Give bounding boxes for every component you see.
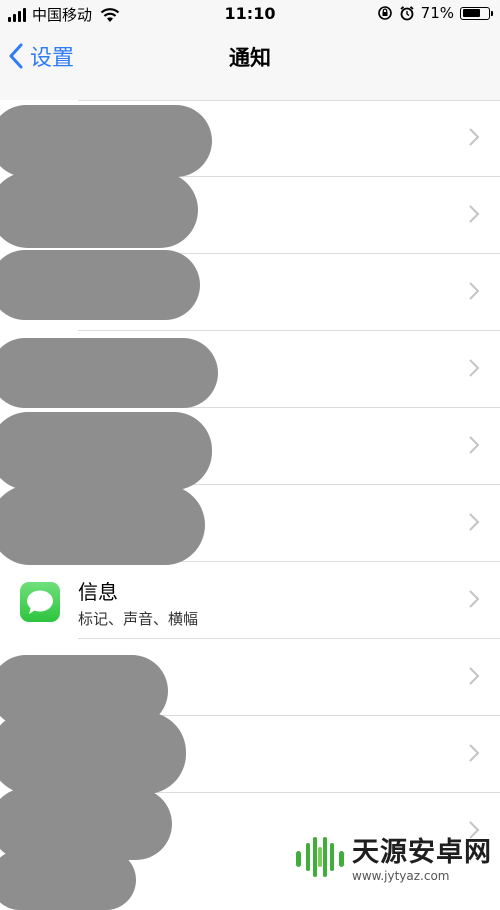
chevron-right-icon [469, 744, 480, 762]
android-logo-icon [296, 836, 344, 877]
redaction-blob [0, 712, 186, 794]
redaction-blob [0, 412, 212, 490]
status-bar: 中国移动 11:10 71% [0, 0, 500, 28]
redaction-blob [0, 172, 198, 248]
section-gap [0, 86, 500, 100]
watermark: 天源安卓网 www.jytyaz.com [294, 830, 492, 883]
speech-bubble-icon [27, 590, 53, 614]
watermark-name: 天源安卓网 [352, 837, 492, 868]
navigation-bar: 设置 通知 [0, 28, 500, 87]
redaction-blob [0, 250, 200, 320]
battery-percent: 71% [420, 4, 454, 22]
chevron-right-icon [469, 205, 480, 223]
messages-app-icon [20, 582, 60, 622]
redaction-blob [0, 105, 212, 177]
chevron-right-icon [469, 128, 480, 146]
battery-icon [460, 6, 493, 20]
chevron-right-icon [469, 667, 480, 685]
page-title: 通知 [229, 46, 271, 70]
watermark-url: www.jytyaz.com [352, 869, 450, 883]
messages-subtitle: 标记、声音、横幅 [78, 610, 199, 628]
chevron-right-icon [469, 359, 480, 377]
list-item-messages[interactable]: 信息 标记、声音、横幅 [0, 562, 500, 639]
alarm-icon [400, 6, 414, 21]
redaction-blob [0, 485, 205, 565]
redaction-blob [0, 850, 136, 910]
messages-title: 信息 [78, 580, 118, 604]
battery-fill [462, 9, 480, 17]
chevron-right-icon [469, 513, 480, 531]
chevron-right-icon [469, 590, 480, 608]
orientation-lock-icon [377, 6, 392, 20]
chevron-right-icon [469, 436, 480, 454]
chevron-right-icon [469, 282, 480, 300]
redaction-blob [0, 338, 218, 408]
